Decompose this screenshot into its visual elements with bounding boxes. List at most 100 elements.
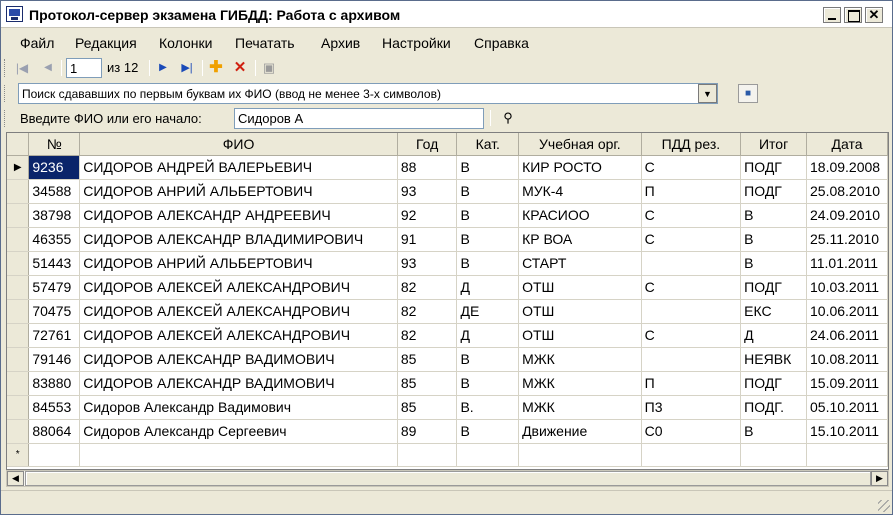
cell-date[interactable]: 15.09.2011	[806, 371, 888, 396]
cell-fio[interactable]: СИДОРОВ АЛЕКСАНДР ВЛАДИМИРОВИЧ	[79, 227, 398, 252]
maximize-button[interactable]	[844, 7, 862, 23]
new-row-cell[interactable]	[806, 443, 888, 467]
cell-num[interactable]: 34588	[28, 179, 81, 204]
cell-year[interactable]: 92	[397, 203, 458, 228]
cell-fio[interactable]: СИДОРОВ АЛЕКСЕЙ АЛЕКСАНДРОВИЧ	[79, 299, 398, 324]
scroll-right-icon[interactable]: ▶	[871, 471, 888, 486]
cell-date[interactable]: 15.10.2011	[806, 419, 888, 444]
chevron-down-icon[interactable]: ▼	[698, 84, 717, 103]
cell-num[interactable]: 83880	[28, 371, 81, 396]
cell-total[interactable]: ПОДГ	[740, 371, 807, 396]
cell-fio[interactable]: Сидоров Александр Вадимович	[79, 395, 398, 420]
cell-fio[interactable]: СИДОРОВ АЛЕКСЕЙ АЛЕКСАНДРОВИЧ	[79, 275, 398, 300]
title-bar[interactable]: Протокол-сервер экзамена ГИБДД: Работа с…	[1, 1, 892, 28]
row-header[interactable]	[7, 275, 30, 300]
page-number-input[interactable]: 1	[66, 58, 102, 78]
cell-date[interactable]: 05.10.2011	[806, 395, 888, 420]
menu-help[interactable]: Справка	[474, 35, 529, 51]
toolbar-grip[interactable]	[4, 85, 7, 102]
cell-pdd-result[interactable]: С	[641, 275, 742, 300]
cell-date[interactable]: 10.03.2011	[806, 275, 888, 300]
toolbar-grip[interactable]	[4, 110, 7, 127]
cell-year[interactable]: 89	[397, 419, 458, 444]
cell-date[interactable]: 18.09.2008	[806, 155, 888, 180]
resize-grip[interactable]	[878, 500, 890, 512]
new-row-cell[interactable]	[79, 443, 398, 467]
cell-total[interactable]: В	[740, 251, 807, 276]
cell-total[interactable]: ПОДГ.	[740, 395, 807, 420]
column-header-year[interactable]: Год	[397, 133, 458, 156]
fio-search-input[interactable]: Сидоров А	[234, 108, 484, 129]
cell-category[interactable]: В	[456, 203, 520, 228]
cell-category[interactable]: ДЕ	[456, 299, 520, 324]
cell-year[interactable]: 93	[397, 179, 458, 204]
row-header[interactable]	[7, 371, 30, 396]
table-row[interactable]: 83880 СИДОРОВ АЛЕКСАНДР ВАДИМОВИЧ 85 В МЖК П П…	[7, 371, 888, 396]
first-page-icon[interactable]: |◀	[13, 59, 31, 77]
table-row[interactable]: 34588 СИДОРОВ АНРИЙ АЛЬБЕРТОВИЧ 93 В МУК-4 П П…	[7, 179, 888, 204]
table-row[interactable]: 46355 СИДОРОВ АЛЕКСАНДР ВЛАДИМИРОВИЧ 91 В КР…	[7, 227, 888, 252]
cell-total[interactable]: Д	[740, 323, 807, 348]
cell-date[interactable]: 24.09.2010	[806, 203, 888, 228]
row-header[interactable]	[7, 227, 30, 252]
cell-fio[interactable]: СИДОРОВ АНРИЙ АЛЬБЕРТОВИЧ	[79, 179, 398, 204]
cell-year[interactable]: 82	[397, 323, 458, 348]
column-header-num[interactable]: №	[28, 133, 81, 156]
cell-school[interactable]: МЖК	[518, 347, 642, 372]
row-header[interactable]	[7, 323, 30, 348]
cell-date[interactable]: 10.08.2011	[806, 347, 888, 372]
cell-school[interactable]: СТАРТ	[518, 251, 642, 276]
binoculars-icon[interactable]: ⚲	[498, 109, 518, 128]
cell-year[interactable]: 82	[397, 299, 458, 324]
cell-fio[interactable]: СИДОРОВ АЛЕКСАНДР АНДРЕЕВИЧ	[79, 203, 398, 228]
cell-year[interactable]: 85	[397, 395, 458, 420]
menu-file[interactable]: Файл	[20, 35, 54, 51]
minimize-button[interactable]	[823, 7, 841, 23]
cell-total[interactable]: НЕЯВК	[740, 347, 807, 372]
new-row-cell[interactable]	[518, 443, 642, 467]
cell-fio[interactable]: СИДОРОВ АЛЕКСАНДР ВАДИМОВИЧ	[79, 371, 398, 396]
cell-total[interactable]: ПОДГ	[740, 155, 807, 180]
cell-pdd-result[interactable]	[641, 251, 742, 276]
cell-category[interactable]: В	[456, 227, 520, 252]
new-row-cell[interactable]	[641, 443, 742, 467]
cell-pdd-result[interactable]	[641, 347, 742, 372]
cell-total[interactable]: В	[740, 203, 807, 228]
horizontal-scrollbar[interactable]: ◀ ▶	[6, 470, 889, 487]
table-row[interactable]: 57479 СИДОРОВ АЛЕКСЕЙ АЛЕКСАНДРОВИЧ 82 Д ОТШ…	[7, 275, 888, 300]
cell-school[interactable]: МЖК	[518, 395, 642, 420]
row-header[interactable]	[7, 251, 30, 276]
toolbar-grip[interactable]	[4, 59, 7, 77]
new-row-cell[interactable]	[397, 443, 458, 467]
menu-edit[interactable]: Редакция	[75, 35, 137, 51]
cell-num[interactable]: 88064	[28, 419, 81, 444]
menu-columns[interactable]: Колонки	[159, 35, 212, 51]
cell-pdd-result[interactable]: П	[641, 371, 742, 396]
column-header-pdd-result[interactable]: ПДД рез.	[641, 133, 742, 156]
cell-pdd-result[interactable]	[641, 299, 742, 324]
cell-year[interactable]: 85	[397, 371, 458, 396]
cell-num[interactable]: 51443	[28, 251, 81, 276]
cell-pdd-result[interactable]: С	[641, 323, 742, 348]
cell-pdd-result[interactable]: П3	[641, 395, 742, 420]
row-header[interactable]	[7, 299, 30, 324]
row-header[interactable]	[7, 179, 30, 204]
cell-num[interactable]: 57479	[28, 275, 81, 300]
cell-school[interactable]: Движение	[518, 419, 642, 444]
apply-mode-icon[interactable]: ■	[738, 84, 758, 103]
delete-icon[interactable]: ✕	[231, 59, 249, 77]
new-record-row[interactable]: *	[7, 443, 888, 467]
cell-num[interactable]: 84553	[28, 395, 81, 420]
cell-school[interactable]: КРАСИОО	[518, 203, 642, 228]
search-mode-select[interactable]: Поиск сдававших по первым буквам их ФИО …	[18, 83, 718, 104]
column-header-category[interactable]: Кат.	[456, 133, 520, 156]
cell-year[interactable]: 88	[397, 155, 458, 180]
row-header[interactable]	[7, 395, 30, 420]
menu-settings[interactable]: Настройки	[382, 35, 451, 51]
table-row[interactable]: 70475 СИДОРОВ АЛЕКСЕЙ АЛЕКСАНДРОВИЧ 82 ДЕ ОТ…	[7, 299, 888, 324]
cell-fio[interactable]: СИДОРОВ АЛЕКСЕЙ АЛЕКСАНДРОВИЧ	[79, 323, 398, 348]
cell-pdd-result[interactable]: С	[641, 227, 742, 252]
cell-date[interactable]: 24.06.2011	[806, 323, 888, 348]
cell-fio[interactable]: СИДОРОВ АЛЕКСАНДР ВАДИМОВИЧ	[79, 347, 398, 372]
table-row[interactable]: 84553 Сидоров Александр Вадимович 85 В. МЖК П…	[7, 395, 888, 420]
